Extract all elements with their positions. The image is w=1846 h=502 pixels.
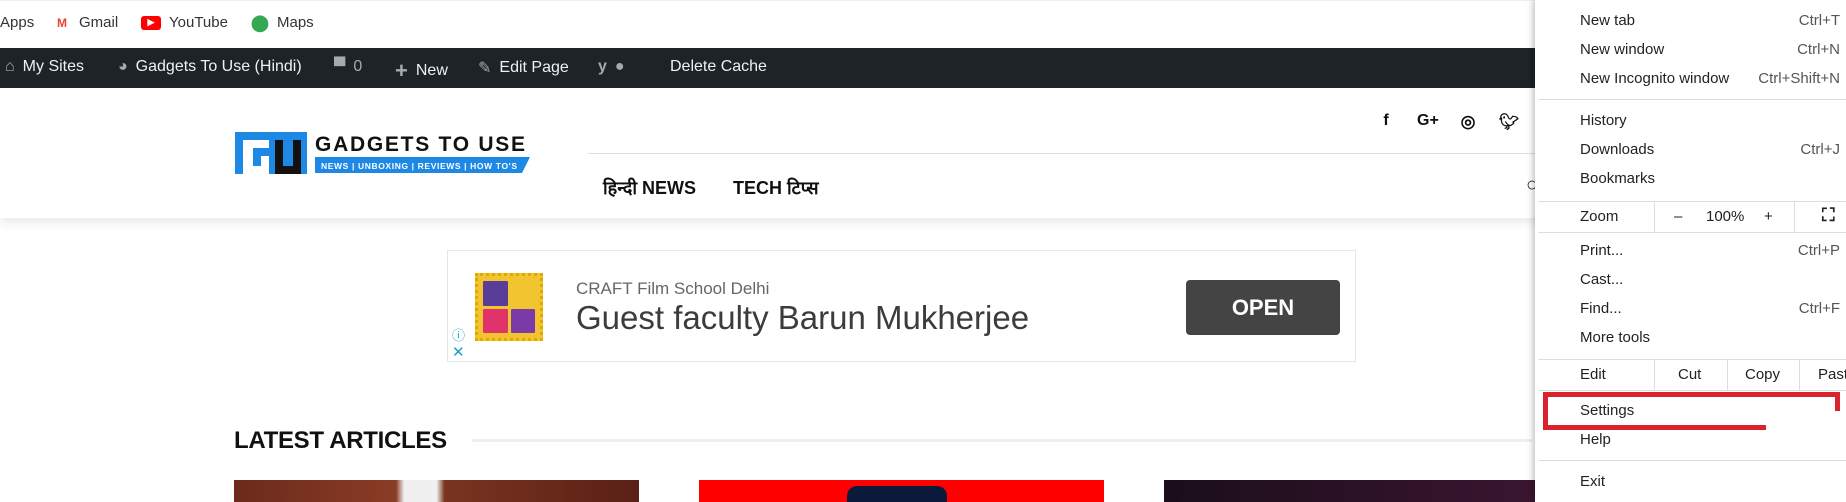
dashboard-icon: ◕ xyxy=(118,58,128,75)
ad-banner[interactable]: CRAFT Film School Delhi Guest faculty Ba… xyxy=(447,250,1356,362)
facebook-icon[interactable]: f xyxy=(1376,112,1396,130)
bookmark-apps[interactable]: Apps xyxy=(0,14,34,31)
paste-button[interactable]: Paste xyxy=(1818,366,1846,383)
zoom-out-button[interactable]: – xyxy=(1674,208,1682,225)
section-divider xyxy=(472,439,1532,442)
menu-more-tools[interactable]: More tools xyxy=(1580,329,1840,346)
zoom-label: Zoom xyxy=(1580,208,1619,225)
menu-cast[interactable]: Cast... xyxy=(1580,271,1840,288)
menu-bookmarks[interactable]: Bookmarks xyxy=(1580,170,1840,187)
menu-find[interactable]: Find... Ctrl+F xyxy=(1580,300,1840,317)
edit-divider xyxy=(1654,359,1655,390)
youtube-icon: ▶ xyxy=(141,15,161,30)
gmail-icon: M xyxy=(57,15,67,30)
nav-divider xyxy=(588,153,1548,154)
article-thumbnail[interactable] xyxy=(699,480,1104,502)
ad-logo xyxy=(475,273,543,341)
article-thumbnail[interactable] xyxy=(1164,480,1535,502)
site-logo[interactable]: GADGETS TO USE NEWS | UNBOXING | REVIEWS… xyxy=(235,130,530,176)
latest-articles-heading: LATEST ARTICLES xyxy=(234,427,447,454)
bookmark-gmail[interactable]: M Gmail xyxy=(53,14,118,31)
new-link[interactable]: + New xyxy=(395,58,448,84)
settings-highlight-box-top xyxy=(1766,392,1840,397)
zoom-level: 100% xyxy=(1706,208,1745,225)
edit-divider xyxy=(1727,359,1728,390)
maps-icon: ⬤ xyxy=(251,14,269,32)
svg-text:NEWS | UNBOXING | REVIEWS | HO: NEWS | UNBOXING | REVIEWS | HOW TO'S xyxy=(321,161,517,171)
twitter-icon[interactable]: 🐦︎ xyxy=(1499,112,1519,132)
zoom-divider xyxy=(1654,201,1655,232)
article-thumbnail[interactable] xyxy=(234,480,639,502)
fullscreen-icon[interactable]: ⛶ xyxy=(1822,205,1835,226)
menu-new-tab[interactable]: New tab Ctrl+T xyxy=(1580,12,1840,29)
ad-info-icon[interactable]: ⓘ xyxy=(452,325,465,344)
svg-text:GADGETS TO USE: GADGETS TO USE xyxy=(315,133,525,156)
menu-help[interactable]: Help xyxy=(1580,431,1840,448)
menu-print[interactable]: Print... Ctrl+P xyxy=(1580,242,1840,259)
copy-button[interactable]: Copy xyxy=(1745,366,1780,383)
menu-divider xyxy=(1538,232,1846,233)
yoast-link[interactable]: y ● xyxy=(598,58,625,76)
nav-tech-tips[interactable]: TECH टिप्स xyxy=(733,176,819,200)
edit-label: Edit xyxy=(1580,366,1606,383)
zoom-in-button[interactable]: + xyxy=(1764,208,1773,225)
pencil-icon: ✎ xyxy=(478,60,492,77)
bookmark-maps[interactable]: ⬤ Maps xyxy=(251,14,314,32)
ad-headline[interactable]: Guest faculty Barun Mukherjee xyxy=(576,299,1029,337)
comment-icon: ▀ xyxy=(334,58,346,75)
edit-page-link[interactable]: ✎ Edit Page xyxy=(478,58,569,78)
nav-hindi-news[interactable]: हिन्दी NEWS xyxy=(603,176,696,200)
menu-new-incognito[interactable]: New Incognito window Ctrl+Shift+N xyxy=(1580,70,1840,87)
menu-divider xyxy=(1538,460,1846,461)
menu-exit[interactable]: Exit xyxy=(1580,473,1840,490)
my-sites-icon: ⌂ xyxy=(5,58,15,75)
ad-close-icon[interactable]: ✕ xyxy=(452,343,465,361)
menu-history[interactable]: History xyxy=(1580,112,1840,129)
cut-button[interactable]: Cut xyxy=(1678,366,1701,383)
ad-open-button[interactable]: OPEN xyxy=(1186,280,1340,335)
delete-cache-link[interactable]: Delete Cache xyxy=(670,58,767,76)
menu-new-window[interactable]: New window Ctrl+N xyxy=(1580,41,1840,58)
menu-divider xyxy=(1538,201,1846,202)
status-dot-icon: ● xyxy=(614,58,625,75)
google-plus-icon[interactable]: G+ xyxy=(1417,112,1439,130)
menu-divider xyxy=(1538,390,1846,391)
plus-icon: + xyxy=(395,58,408,83)
settings-highlight-box-right xyxy=(1835,392,1840,411)
settings-highlight-box xyxy=(1543,392,1766,430)
yoast-icon: y xyxy=(598,58,607,75)
menu-divider xyxy=(1538,99,1846,100)
comments-link[interactable]: ▀ 0 xyxy=(334,58,362,76)
ad-brand: CRAFT Film School Delhi xyxy=(576,279,770,298)
bookmark-youtube[interactable]: ▶ YouTube xyxy=(141,14,228,31)
instagram-icon[interactable]: ◎ xyxy=(1458,112,1478,132)
menu-downloads[interactable]: Downloads Ctrl+J xyxy=(1580,141,1840,158)
site-name-link[interactable]: ◕ Gadgets To Use (Hindi) xyxy=(118,58,302,76)
my-sites-link[interactable]: ⌂ My Sites xyxy=(5,58,84,76)
zoom-divider xyxy=(1794,201,1795,232)
edit-divider xyxy=(1799,359,1800,390)
